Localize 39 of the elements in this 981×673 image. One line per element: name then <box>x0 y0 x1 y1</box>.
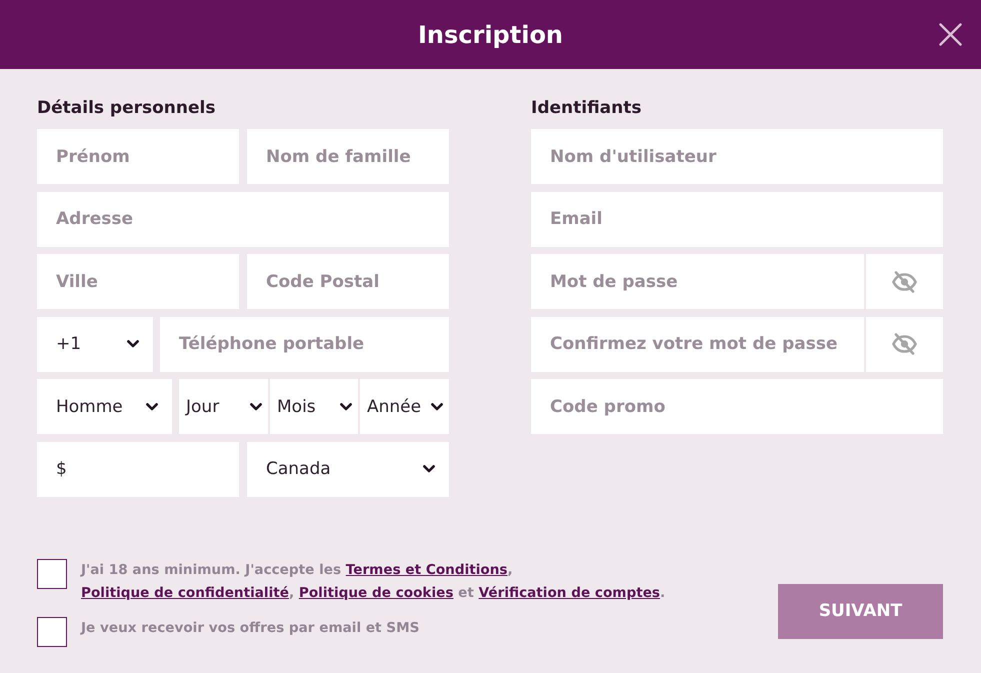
text-link[interactable]: Politique de confidentialité <box>81 584 289 601</box>
dialog-title: Inscription <box>418 20 564 48</box>
consent-text: J'ai 18 ans minimum. J'accepte les Termes et Conditions, Politique de confidentialité, Politique de cookies et Vérification de comptes. <box>81 560 666 603</box>
text-link[interactable]: Vérification de comptes <box>478 584 660 601</box>
dropdown[interactable]: Homme <box>37 379 172 434</box>
password-field[interactable]: Confirmez votre mot de passe <box>531 316 864 372</box>
chevron-down-icon <box>127 340 139 348</box>
dropdown[interactable]: Mois <box>270 379 358 434</box>
input-field[interactable]: Prénom <box>37 129 239 184</box>
text-link[interactable]: Termes et Conditions <box>346 562 508 578</box>
dropdown[interactable]: Jour <box>179 379 268 434</box>
close-icon <box>939 23 962 46</box>
text-link[interactable]: Politique de cookies <box>298 584 454 601</box>
input-field[interactable]: Téléphone portable <box>160 316 449 372</box>
dropdown[interactable]: +1 <box>37 316 153 372</box>
input-field[interactable]: Ville <box>37 254 239 310</box>
eye-slash-icon <box>892 270 917 293</box>
chevron-down-icon <box>250 402 262 411</box>
eye-slash-icon <box>892 333 917 356</box>
section-heading: Identifiants <box>531 97 642 119</box>
amount-field[interactable]: $ <box>37 442 239 497</box>
input-field[interactable]: Code Postal <box>247 254 449 310</box>
chevron-down-icon <box>431 402 443 411</box>
close-button[interactable] <box>939 23 962 46</box>
chevron-down-icon <box>340 402 352 411</box>
chevron-down-icon <box>146 402 158 411</box>
input-field[interactable]: Adresse <box>37 192 449 247</box>
dropdown[interactable]: Année <box>360 379 449 434</box>
input-field[interactable]: Nom d'utilisateur <box>531 129 943 184</box>
password-field[interactable]: Mot de passe <box>531 254 864 310</box>
dropdown[interactable]: Canada <box>247 442 449 497</box>
input-field[interactable]: Code promo <box>531 379 943 434</box>
section-heading: Détails personnels <box>37 97 216 119</box>
input-field[interactable]: Email <box>531 192 943 247</box>
checkbox[interactable] <box>37 616 67 647</box>
chevron-down-icon <box>423 465 435 474</box>
input-field[interactable]: Nom de famille <box>247 129 449 184</box>
consent-text: Je veux recevoir vos offres par email et SMS <box>81 618 420 638</box>
checkbox[interactable] <box>37 558 67 589</box>
